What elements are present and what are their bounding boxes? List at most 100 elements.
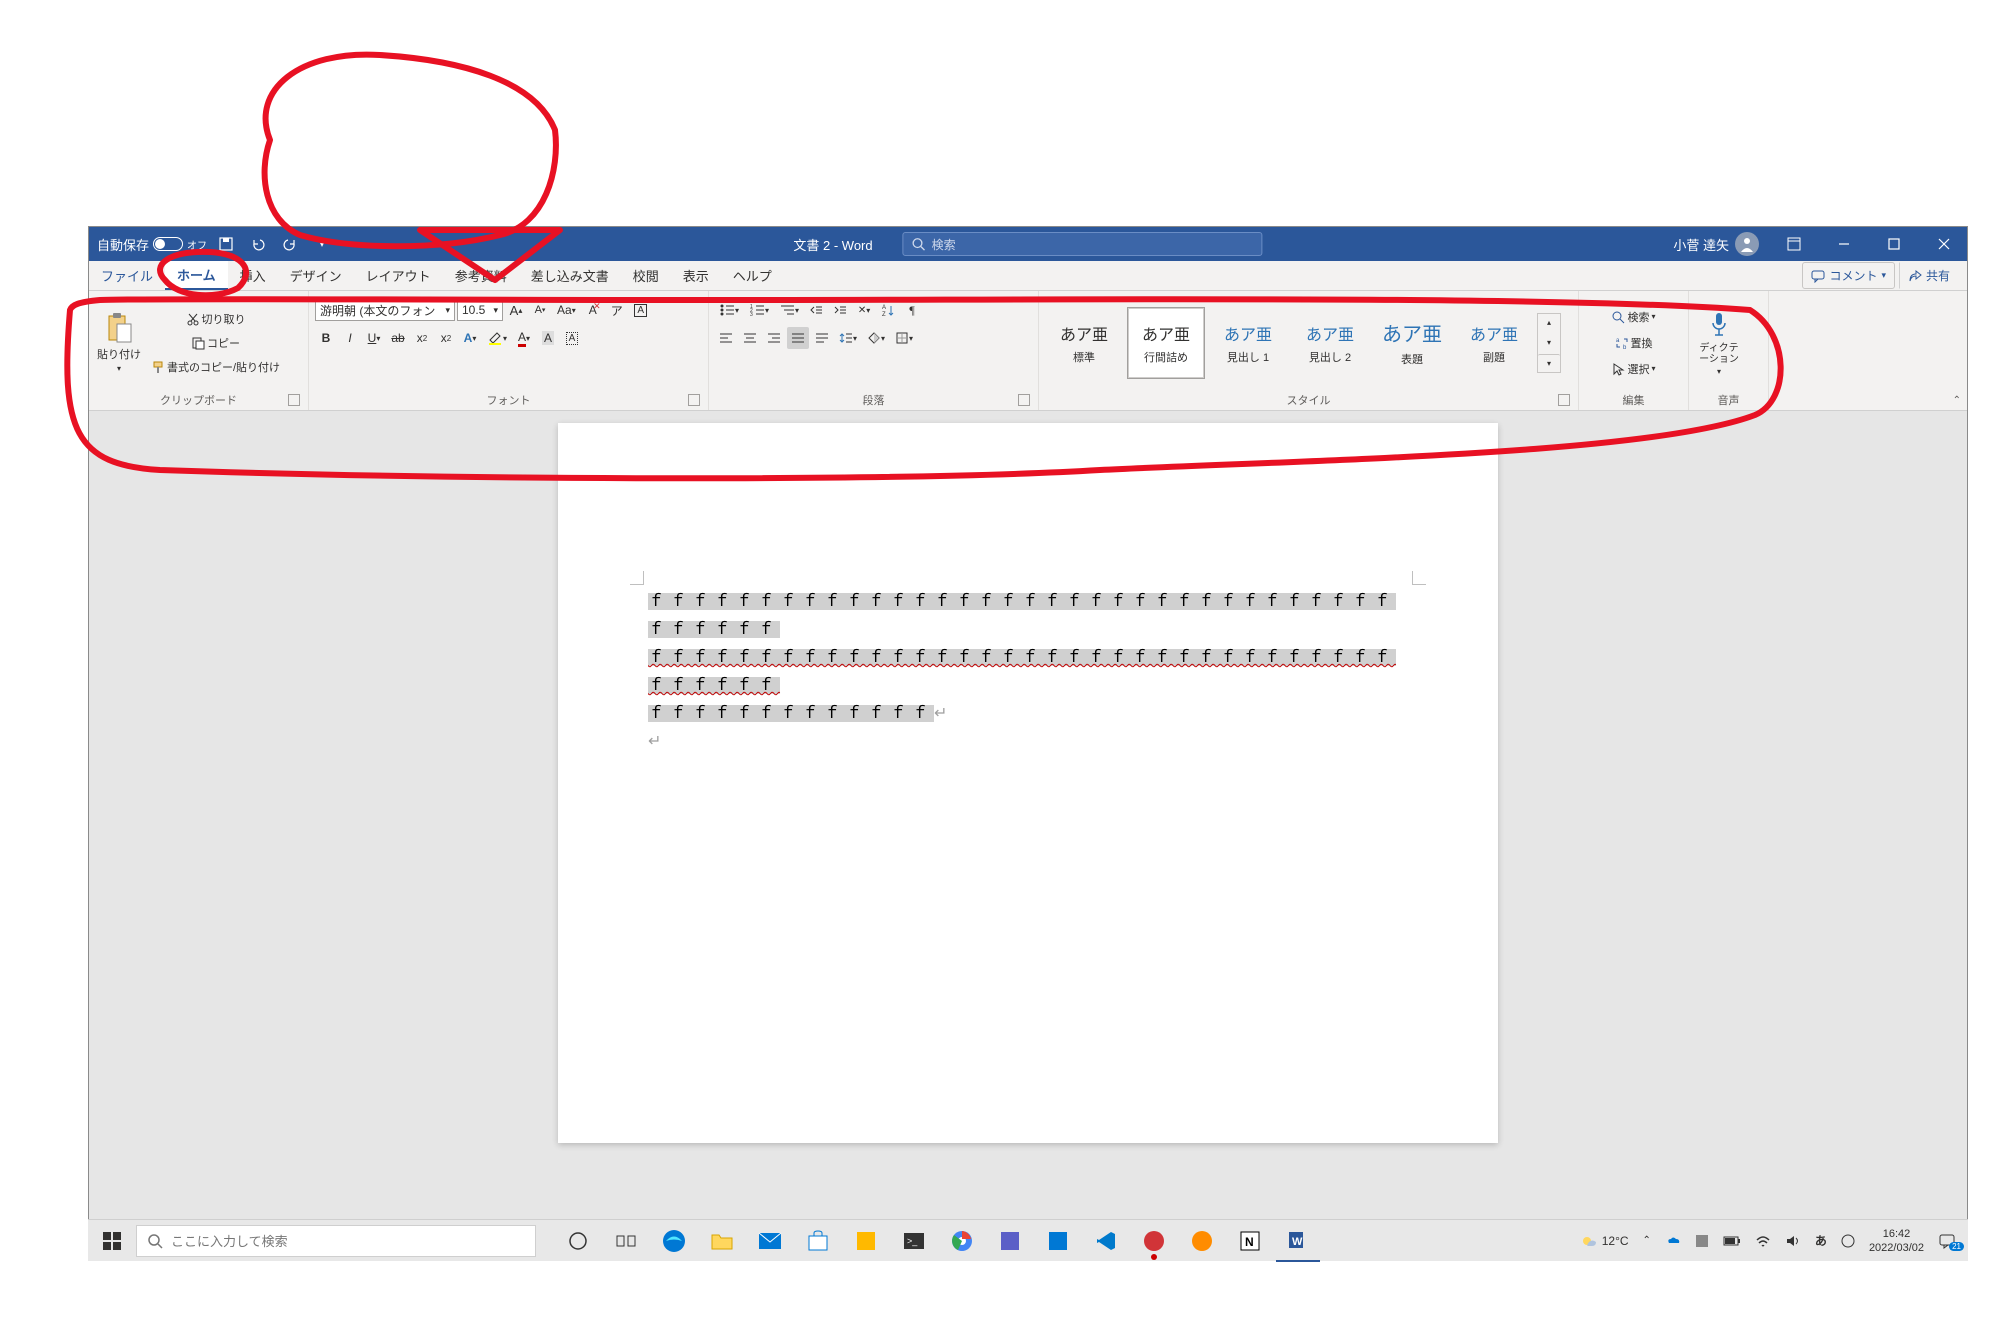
- taskbar-app-word[interactable]: W: [1276, 1220, 1320, 1262]
- tab-view[interactable]: 表示: [671, 261, 721, 290]
- asian-layout-button[interactable]: ✕▾: [853, 299, 875, 321]
- highlight-button[interactable]: ▾: [483, 327, 511, 349]
- bullets-button[interactable]: ▾: [715, 299, 743, 321]
- style-no-spacing[interactable]: あア亜行間詰め: [1127, 307, 1205, 379]
- tray-clock[interactable]: 16:42 2022/03/02: [1865, 1227, 1928, 1255]
- tray-ime-mode-icon[interactable]: [1837, 1234, 1859, 1248]
- taskbar-app-generic1[interactable]: [844, 1220, 888, 1262]
- tab-layout[interactable]: レイアウト: [354, 261, 443, 290]
- taskbar-search[interactable]: ここに入力して検索: [136, 1225, 536, 1257]
- text-effects-button[interactable]: A▾: [459, 327, 481, 349]
- taskbar-app-notion[interactable]: N: [1228, 1220, 1272, 1262]
- shrink-font-button[interactable]: A▾: [529, 299, 551, 321]
- line-spacing-button[interactable]: ▾: [835, 327, 861, 349]
- tray-volume-icon[interactable]: [1781, 1234, 1805, 1248]
- close-button[interactable]: [1921, 227, 1967, 261]
- minimize-button[interactable]: [1821, 227, 1867, 261]
- tab-references[interactable]: 参考資料: [443, 261, 519, 290]
- tab-help[interactable]: ヘルプ: [721, 261, 784, 290]
- borders-button[interactable]: ▾: [891, 327, 917, 349]
- subscript-button[interactable]: x2: [411, 327, 433, 349]
- taskbar-app-edge[interactable]: [652, 1220, 696, 1262]
- cut-button[interactable]: 切り取り: [147, 308, 284, 330]
- grow-font-button[interactable]: A▴: [505, 299, 527, 321]
- format-painter-button[interactable]: 書式のコピー/貼り付け: [147, 356, 284, 378]
- style-normal[interactable]: あア亜標準: [1045, 307, 1123, 379]
- task-view-button[interactable]: [604, 1220, 648, 1262]
- taskbar-app-generic4[interactable]: [1132, 1220, 1176, 1262]
- start-button[interactable]: [88, 1220, 136, 1262]
- dictate-button[interactable]: ディクテーション ▾: [1695, 295, 1743, 390]
- search-box[interactable]: 検索: [903, 232, 1263, 256]
- tab-design[interactable]: デザイン: [278, 261, 354, 290]
- dialog-launcher-font[interactable]: [688, 394, 700, 406]
- document-text[interactable]: ｆｆｆｆｆｆｆｆｆｆｆｆｆｆｆｆｆｆｆｆｆｆｆｆｆｆｆｆｆｆｆｆｆｆｆｆｆｆｆｆ…: [648, 588, 1408, 756]
- distributed-button[interactable]: [811, 327, 833, 349]
- qat-customize-icon[interactable]: ▾: [309, 231, 335, 257]
- tray-chevron-up[interactable]: ⌃: [1639, 1235, 1655, 1246]
- tray-onedrive-icon[interactable]: [1661, 1235, 1685, 1247]
- taskbar-app-store[interactable]: [796, 1220, 840, 1262]
- font-size-select[interactable]: 10.5▾: [457, 299, 503, 321]
- styles-more[interactable]: ▾: [1538, 354, 1560, 372]
- collapse-ribbon-button[interactable]: ⌃: [1953, 395, 1961, 406]
- ribbon-display-options[interactable]: [1771, 227, 1817, 261]
- taskbar-app-mail[interactable]: [748, 1220, 792, 1262]
- tab-insert[interactable]: 挿入: [228, 261, 278, 290]
- user-account[interactable]: 小菅 達矢: [1665, 232, 1767, 256]
- taskbar-app-explorer[interactable]: [700, 1220, 744, 1262]
- align-left-button[interactable]: [715, 327, 737, 349]
- underline-button[interactable]: U▾: [363, 327, 385, 349]
- tray-battery-icon[interactable]: [1719, 1235, 1745, 1247]
- taskbar-app-generic3[interactable]: [1036, 1220, 1080, 1262]
- autosave-toggle[interactable]: 自動保存 オフ: [97, 235, 207, 254]
- tab-review[interactable]: 校閲: [621, 261, 671, 290]
- document-area[interactable]: ｆｆｆｆｆｆｆｆｆｆｆｆｆｆｆｆｆｆｆｆｆｆｆｆｆｆｆｆｆｆｆｆｆｆｆｆｆｆｆｆ…: [89, 411, 1967, 1234]
- styles-scroll-down[interactable]: ▾: [1538, 334, 1560, 352]
- decrease-indent-button[interactable]: [805, 299, 827, 321]
- numbering-button[interactable]: 123▾: [745, 299, 773, 321]
- comments-button[interactable]: コメント ▾: [1802, 262, 1895, 289]
- paste-button[interactable]: 貼り付け ▾: [95, 295, 143, 390]
- tab-file[interactable]: ファイル: [89, 261, 165, 290]
- save-icon[interactable]: [213, 231, 239, 257]
- show-hide-button[interactable]: ¶: [901, 299, 923, 321]
- multilevel-list-button[interactable]: ▾: [775, 299, 803, 321]
- find-button[interactable]: 検索▾: [1585, 306, 1682, 328]
- tray-ime[interactable]: あ: [1811, 1232, 1831, 1249]
- superscript-button[interactable]: x2: [435, 327, 457, 349]
- font-name-select[interactable]: 游明朝 (本文のフォン▾: [315, 299, 455, 321]
- tab-home[interactable]: ホーム: [165, 261, 228, 290]
- bold-button[interactable]: B: [315, 327, 337, 349]
- undo-icon[interactable]: [245, 231, 271, 257]
- clear-formatting-button[interactable]: A✕: [582, 299, 604, 321]
- tab-mailings[interactable]: 差し込み文書: [519, 261, 621, 290]
- align-right-button[interactable]: [763, 327, 785, 349]
- taskbar-app-vscode[interactable]: [1084, 1220, 1128, 1262]
- style-heading1[interactable]: あア亜見出し 1: [1209, 307, 1287, 379]
- change-case-button[interactable]: Aa▾: [553, 299, 580, 321]
- increase-indent-button[interactable]: [829, 299, 851, 321]
- redo-icon[interactable]: [277, 231, 303, 257]
- maximize-button[interactable]: [1871, 227, 1917, 261]
- tray-wifi-icon[interactable]: [1751, 1234, 1775, 1248]
- styles-scroll-up[interactable]: ▴: [1538, 314, 1560, 332]
- select-button[interactable]: 選択▾: [1585, 358, 1682, 380]
- italic-button[interactable]: I: [339, 327, 361, 349]
- replace-button[interactable]: ab置換: [1585, 332, 1682, 354]
- style-subtitle[interactable]: あア亜副題: [1455, 307, 1533, 379]
- dialog-launcher-clipboard[interactable]: [288, 394, 300, 406]
- taskbar-app-chrome[interactable]: [940, 1220, 984, 1262]
- tray-notifications[interactable]: 21: [1934, 1233, 1960, 1249]
- weather-widget[interactable]: 12°C: [1576, 1232, 1633, 1250]
- style-title[interactable]: あア亜表題: [1373, 307, 1451, 379]
- character-border-button[interactable]: A: [561, 327, 583, 349]
- phonetic-guide-button[interactable]: ア: [606, 299, 628, 321]
- strikethrough-button[interactable]: ab: [387, 327, 409, 349]
- sort-button[interactable]: AZ: [877, 299, 899, 321]
- enclose-characters-button[interactable]: A: [630, 299, 652, 321]
- font-color-button[interactable]: A▾: [513, 327, 535, 349]
- dialog-launcher-paragraph[interactable]: [1018, 394, 1030, 406]
- taskbar-app-terminal[interactable]: >_: [892, 1220, 936, 1262]
- style-heading2[interactable]: あア亜見出し 2: [1291, 307, 1369, 379]
